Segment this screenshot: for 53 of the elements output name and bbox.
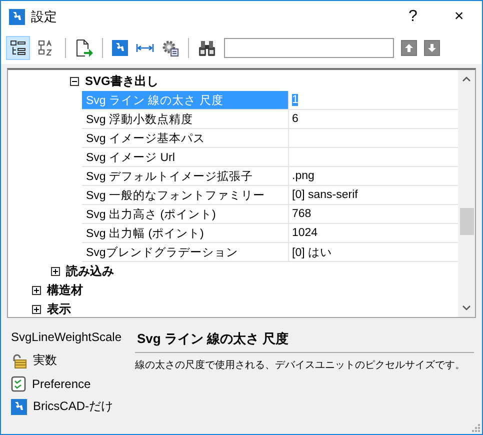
expand-toggle-icon[interactable] (70, 77, 79, 86)
property-description: 線の太さの尺度で使用される、デバイスユニットのピクセルサイズです。 (135, 358, 466, 373)
property-value[interactable]: 768 (289, 205, 458, 223)
categorized-view-button[interactable] (6, 36, 30, 60)
app-logo-icon (11, 398, 27, 414)
property-name[interactable]: Svg イメージ基本パス (82, 129, 289, 147)
category-label[interactable]: 表示 (47, 301, 71, 318)
dimension-icon[interactable] (136, 42, 154, 54)
property-value[interactable]: 6 (289, 110, 458, 128)
checklist-icon (11, 376, 26, 392)
app-logo-icon[interactable] (112, 40, 128, 56)
scroll-down-icon[interactable] (462, 305, 471, 311)
binoculars-icon[interactable] (198, 40, 216, 56)
expand-toggle-icon[interactable] (51, 267, 60, 276)
category-label[interactable]: SVG書き出し (85, 73, 158, 90)
attribute-label: BricsCAD-だけ (33, 398, 113, 415)
property-name[interactable]: Svgブレンドグラデーション (82, 243, 289, 261)
property-name[interactable]: Svg イメージ Url (82, 148, 289, 166)
category-label[interactable]: 構造材 (47, 282, 83, 299)
expand-toggle-icon[interactable] (32, 305, 41, 314)
scrollbar-thumb[interactable] (460, 208, 474, 235)
app-logo-icon (9, 8, 25, 24)
scroll-up-icon[interactable] (462, 76, 471, 82)
property-name[interactable]: Svg デフォルトイメージ拡張子 (82, 167, 289, 185)
search-field[interactable] (224, 38, 394, 58)
window-title: 設定 (31, 8, 57, 26)
help-button[interactable]: ? (390, 2, 436, 32)
property-value[interactable]: .png (289, 167, 458, 185)
close-button[interactable]: × (436, 2, 482, 32)
property-value[interactable]: [0] sans-serif (289, 186, 458, 204)
gear-icon[interactable] (162, 40, 179, 56)
variable-name: SvgLineWeightScale (11, 330, 123, 344)
property-name[interactable]: Svg 出力高さ (ポイント) (82, 205, 289, 223)
down-arrow-icon (427, 43, 437, 53)
category-label[interactable]: 読み込み (66, 263, 114, 280)
property-name[interactable]: Svg 一般的なフォントファミリー (82, 186, 289, 204)
resize-grip-icon[interactable] (471, 423, 480, 432)
previous-button[interactable] (401, 40, 417, 56)
categorized-list-icon (10, 40, 26, 56)
attribute-label: Preference (32, 376, 91, 390)
expand-toggle-icon[interactable] (32, 286, 41, 295)
next-button[interactable] (424, 40, 440, 56)
property-value[interactable]: [0] はい (289, 243, 458, 261)
attribute-label: 実数 (33, 352, 57, 369)
vertical-scrollbar[interactable] (458, 70, 475, 317)
export-document-icon[interactable] (75, 39, 93, 57)
property-title: Svg ライン 線の太さ 尺度 (135, 330, 474, 353)
up-arrow-icon (404, 43, 414, 53)
property-value[interactable]: 1024 (289, 224, 458, 242)
lock-icon (11, 352, 27, 368)
sort-az-icon (38, 40, 54, 56)
property-name[interactable]: Svg 浮動小数点精度 (82, 110, 289, 128)
property-name[interactable]: Svg 出力幅 (ポイント) (82, 224, 289, 242)
